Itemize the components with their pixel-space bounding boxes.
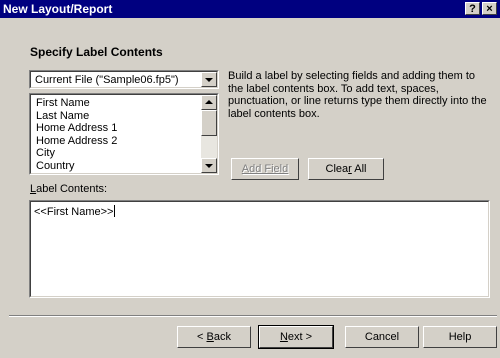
clear-all-label-post: All	[351, 163, 367, 175]
list-item[interactable]: Home Address 2	[36, 135, 117, 148]
scroll-thumb[interactable]	[201, 110, 217, 136]
clear-all-button[interactable]: Clear All	[308, 158, 384, 180]
scroll-up-button[interactable]	[201, 95, 217, 110]
label-contents-text: <<First Name>>	[34, 206, 114, 218]
field-list[interactable]: First Name Last Name Home Address 1 Home…	[29, 93, 219, 175]
source-file-value: Current File ("Sample06.fp5")	[35, 74, 179, 86]
help-button[interactable]: Help	[423, 326, 497, 348]
window-title: New Layout/Report	[3, 2, 113, 16]
back-label-post: ack	[213, 331, 231, 343]
close-icon[interactable]: ×	[482, 2, 497, 15]
page-title: Specify Label Contents	[30, 45, 163, 59]
source-file-dropdown[interactable]: Current File ("Sample06.fp5")	[29, 70, 219, 89]
list-item[interactable]: City	[36, 147, 117, 160]
arrow-up-icon	[205, 100, 213, 104]
help-label: Help	[448, 331, 472, 343]
label-contents-field[interactable]: <<First Name>>	[29, 200, 490, 298]
help-icon[interactable]: ?	[465, 2, 480, 15]
list-item[interactable]: Home Address 1	[36, 122, 117, 135]
arrow-down-icon	[205, 164, 213, 168]
back-label-accel: B	[206, 331, 214, 343]
next-button[interactable]: Next >	[258, 325, 334, 349]
back-label-pre: <	[197, 331, 207, 343]
instructions-text: Build a label by selecting fields and ad…	[228, 70, 487, 120]
list-item[interactable]: Country	[36, 160, 117, 173]
label-contents-value: <<First Name>>	[34, 205, 116, 218]
list-item[interactable]: Last Name	[36, 110, 117, 123]
add-field-label: Add Field	[241, 163, 289, 175]
scroll-down-button[interactable]	[201, 158, 217, 173]
title-bar: New Layout/Report ? ×	[0, 0, 500, 18]
scrollbar[interactable]	[201, 95, 217, 173]
cancel-label: Cancel	[364, 331, 400, 343]
list-item[interactable]: First Name	[36, 97, 117, 110]
divider	[9, 315, 497, 317]
back-button[interactable]: < Back	[177, 326, 251, 348]
label-contents-caption: Label Contents:	[30, 183, 107, 195]
chevron-down-icon	[205, 78, 213, 82]
add-field-button: Add Field	[231, 158, 299, 180]
next-label-accel: N	[279, 331, 288, 343]
clear-all-label-pre: Clea	[325, 163, 349, 175]
dropdown-button[interactable]	[201, 72, 217, 87]
text-caret	[114, 205, 116, 217]
cancel-button[interactable]: Cancel	[345, 326, 419, 348]
next-label-post: ext >	[287, 331, 313, 343]
label-contents-caption-rest: abel Contents:	[36, 183, 108, 195]
